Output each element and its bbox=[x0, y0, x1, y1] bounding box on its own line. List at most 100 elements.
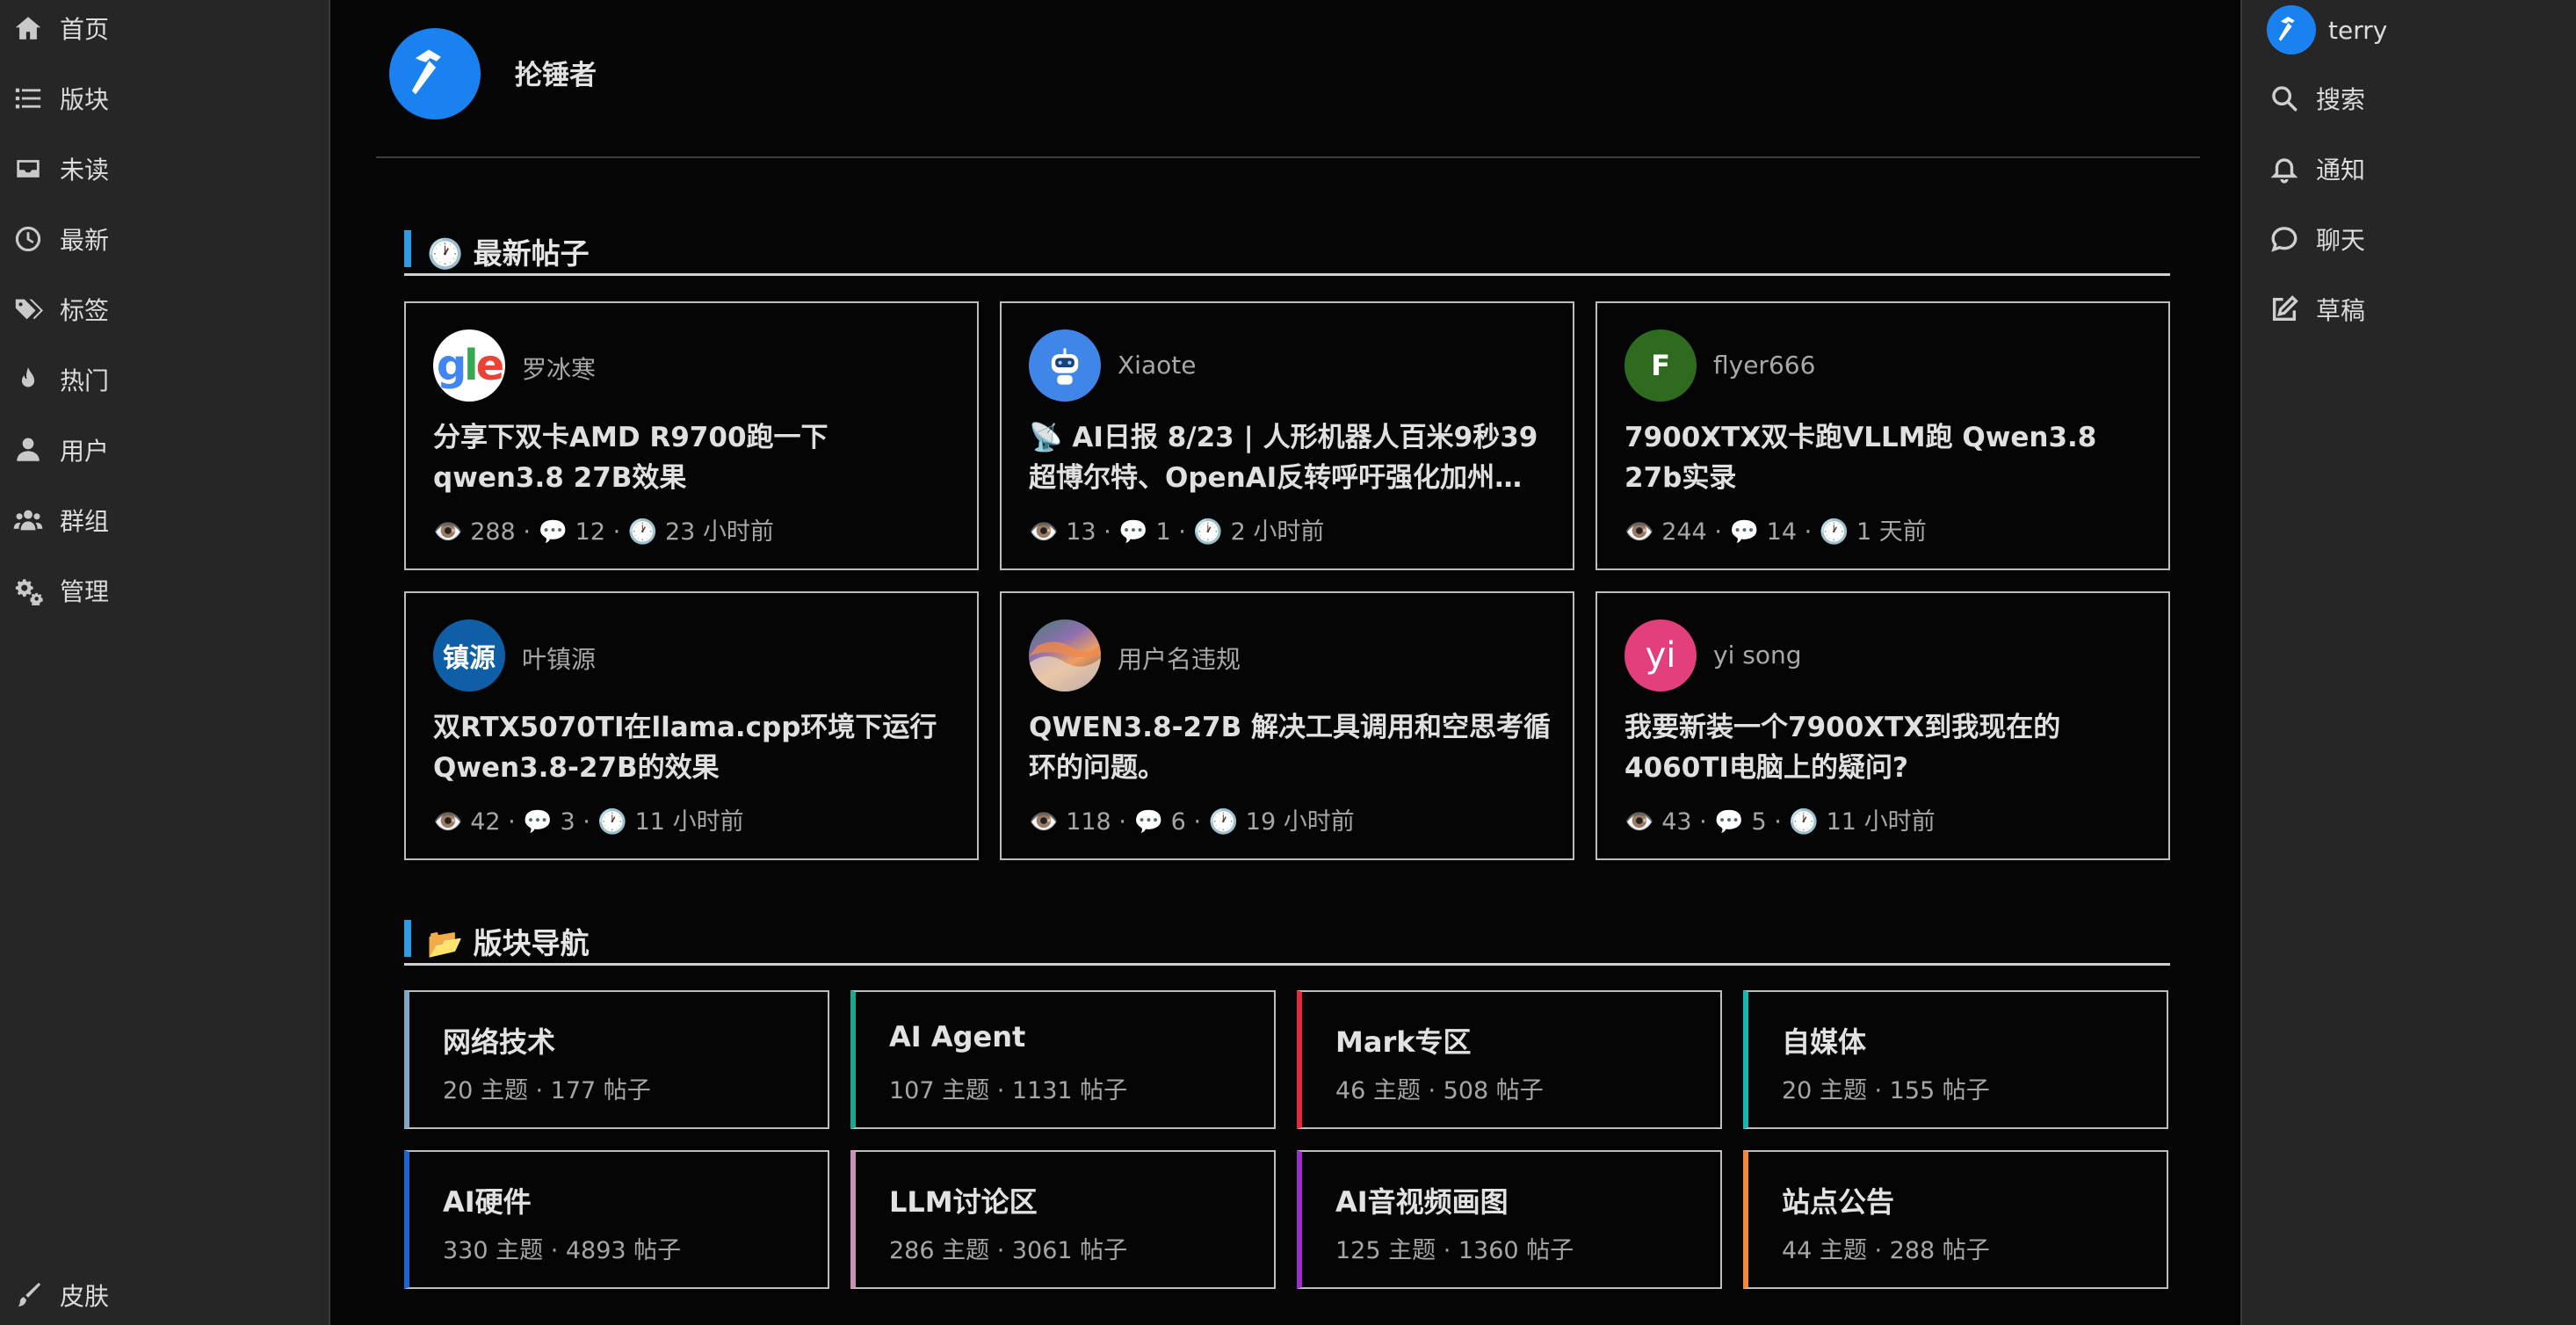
brush-icon bbox=[11, 1278, 46, 1313]
post-author[interactable]: 罗冰寒 bbox=[522, 351, 596, 386]
post-author[interactable]: yi song bbox=[1713, 641, 1802, 670]
post-author[interactable]: Xiaote bbox=[1118, 351, 1196, 380]
post-meta: 👁️ 288 · 💬 12 · 🕐 23 小时前 bbox=[433, 518, 774, 546]
chat-button[interactable]: 聊天 bbox=[2267, 211, 2557, 267]
nav-label: 首页 bbox=[60, 15, 110, 44]
post-title[interactable]: 7900XTX双卡跑VLLM跑 Qwen3.8 27b实录 bbox=[1624, 417, 2148, 498]
nav-label: 标签 bbox=[60, 296, 110, 325]
category-stats: 125 主题 · 1360 帖子 bbox=[1335, 1237, 1574, 1264]
category-name: AI音视频画图 bbox=[1335, 1185, 1509, 1219]
category-stats: 330 主题 · 4893 帖子 bbox=[443, 1237, 682, 1264]
nav-label: 版块 bbox=[60, 85, 110, 114]
category-card[interactable]: 自媒体 20 主题 · 155 帖子 bbox=[1743, 990, 2168, 1129]
site-header: 抡锤者 bbox=[376, 0, 2200, 158]
post-card[interactable]: F flyer666 7900XTX双卡跑VLLM跑 Qwen3.8 27b实录… bbox=[1596, 301, 2170, 570]
site-title[interactable]: 抡锤者 bbox=[515, 53, 597, 92]
post-title[interactable]: 我要新装一个7900XTX到我现在的4060TI电脑上的疑问? bbox=[1624, 707, 2148, 788]
nav-label: 管理 bbox=[60, 577, 110, 606]
post-author[interactable]: flyer666 bbox=[1713, 351, 1815, 380]
nav-label: 用户 bbox=[60, 437, 110, 466]
post-card[interactable]: 用户名违规 QWEN3.8-27B 解决工具调用和空思考循环的问题。 👁️ 11… bbox=[1000, 591, 1574, 860]
category-name: LLM讨论区 bbox=[889, 1185, 1038, 1219]
category-name: 站点公告 bbox=[1782, 1185, 1895, 1219]
nav-hot[interactable]: 热门 bbox=[11, 351, 309, 408]
nav-categories[interactable]: 版块 bbox=[11, 70, 309, 127]
nav-tags[interactable]: 标签 bbox=[11, 281, 309, 337]
author-avatar[interactable] bbox=[1029, 619, 1101, 691]
drafts-button[interactable]: 草稿 bbox=[2267, 281, 2557, 337]
nav-unread[interactable]: 未读 bbox=[11, 141, 309, 197]
nav-users[interactable]: 用户 bbox=[11, 422, 309, 478]
latest-posts-heading: 🕐 最新帖子 bbox=[404, 214, 2170, 276]
categories-title: 📂 版块导航 bbox=[427, 926, 590, 960]
nav-label: 群组 bbox=[60, 507, 110, 536]
post-title[interactable]: 分享下双卡AMD R9700跑一下qwen3.8 27B效果 bbox=[433, 417, 957, 498]
right-sidebar: terry 搜索 通知 聊天 草稿 bbox=[2240, 0, 2576, 1325]
post-card[interactable]: yi yi song 我要新装一个7900XTX到我现在的4060TI电脑上的疑… bbox=[1596, 591, 2170, 860]
search-button[interactable]: 搜索 bbox=[2267, 70, 2557, 127]
post-card[interactable]: 镇源 叶镇源 双RTX5070TI在llama.cpp环境下运行Qwen3.8-… bbox=[404, 591, 979, 860]
user-menu[interactable]: terry bbox=[2267, 2, 2557, 58]
post-meta: 👁️ 13 · 💬 1 · 🕐 2 小时前 bbox=[1029, 518, 1325, 546]
nav-skin-label: 皮肤 bbox=[60, 1282, 110, 1311]
category-card[interactable]: AI音视频画图 125 主题 · 1360 帖子 bbox=[1297, 1150, 1722, 1289]
left-sidebar: 首页 版块 未读 最新 标签 热门 用户 群组 管理 皮肤 bbox=[0, 0, 330, 1325]
nav-home[interactable]: 首页 bbox=[11, 0, 309, 56]
author-avatar[interactable] bbox=[1029, 329, 1101, 402]
site-logo[interactable] bbox=[389, 28, 481, 119]
nav-admin[interactable]: 管理 bbox=[11, 562, 309, 619]
post-author[interactable]: 用户名违规 bbox=[1118, 641, 1241, 676]
post-card[interactable]: gle 罗冰寒 分享下双卡AMD R9700跑一下qwen3.8 27B效果 👁… bbox=[404, 301, 979, 570]
category-stats: 107 主题 · 1131 帖子 bbox=[889, 1077, 1128, 1104]
clock-icon bbox=[11, 221, 46, 257]
users-icon bbox=[11, 503, 46, 538]
user-avatar[interactable] bbox=[2267, 5, 2316, 54]
category-card[interactable]: 站点公告 44 主题 · 288 帖子 bbox=[1743, 1150, 2168, 1289]
post-meta: 👁️ 43 · 💬 5 · 🕐 11 小时前 bbox=[1624, 808, 1936, 836]
bell-icon bbox=[2267, 151, 2302, 186]
home-icon bbox=[11, 11, 46, 46]
category-name: AI硬件 bbox=[443, 1185, 532, 1219]
nav-label: 热门 bbox=[60, 366, 110, 395]
category-card[interactable]: AI Agent 107 主题 · 1131 帖子 bbox=[850, 990, 1276, 1129]
nav-skin[interactable]: 皮肤 bbox=[11, 1267, 309, 1323]
category-card[interactable]: 网络技术 20 主题 · 177 帖子 bbox=[404, 990, 829, 1129]
category-stats: 46 主题 · 508 帖子 bbox=[1335, 1077, 1544, 1104]
author-avatar[interactable]: F bbox=[1624, 329, 1697, 402]
category-stats: 286 主题 · 3061 帖子 bbox=[889, 1237, 1128, 1264]
author-avatar[interactable]: yi bbox=[1624, 619, 1697, 691]
robot-icon bbox=[1051, 348, 1079, 385]
author-avatar[interactable]: gle bbox=[433, 329, 505, 402]
avatar-image bbox=[1029, 641, 1101, 691]
category-card[interactable]: AI硬件 330 主题 · 4893 帖子 bbox=[404, 1150, 829, 1289]
category-card[interactable]: Mark专区 46 主题 · 508 帖子 bbox=[1297, 990, 1722, 1129]
list-icon bbox=[11, 81, 46, 116]
category-card[interactable]: LLM讨论区 286 主题 · 3061 帖子 bbox=[850, 1150, 1276, 1289]
drafts-label: 草稿 bbox=[2316, 296, 2366, 325]
category-name: AI Agent bbox=[889, 1020, 1026, 1053]
search-label: 搜索 bbox=[2316, 85, 2366, 114]
post-title[interactable]: 双RTX5070TI在llama.cpp环境下运行Qwen3.8-27B的效果 bbox=[433, 707, 957, 788]
post-title[interactable]: QWEN3.8-27B 解决工具调用和空思考循环的问题。 bbox=[1029, 707, 1552, 788]
category-name: Mark专区 bbox=[1335, 1025, 1472, 1059]
gears-icon bbox=[11, 573, 46, 608]
category-stats: 20 主题 · 155 帖子 bbox=[1782, 1077, 1990, 1104]
nav-latest[interactable]: 最新 bbox=[11, 211, 309, 267]
notifications-label: 通知 bbox=[2316, 156, 2366, 185]
post-card[interactable]: Xiaote 📡 AI日报 8/23 | 人形机器人百米9秒39超博尔特、Ope… bbox=[1000, 301, 1574, 570]
post-author[interactable]: 叶镇源 bbox=[522, 641, 596, 676]
categories-heading: 📂 版块导航 bbox=[404, 904, 2170, 966]
hammer-icon bbox=[2278, 17, 2295, 41]
category-name: 自媒体 bbox=[1782, 1025, 1867, 1059]
latest-posts-title: 🕐 最新帖子 bbox=[427, 236, 590, 271]
chat-label: 聊天 bbox=[2316, 226, 2366, 255]
author-avatar[interactable]: 镇源 bbox=[433, 619, 505, 691]
notifications-button[interactable]: 通知 bbox=[2267, 141, 2557, 197]
post-title[interactable]: 📡 AI日报 8/23 | 人形机器人百米9秒39超博尔特、OpenAI反转呼吁… bbox=[1029, 417, 1552, 498]
post-meta: 👁️ 42 · 💬 3 · 🕐 11 小时前 bbox=[433, 808, 744, 836]
username[interactable]: terry bbox=[2328, 16, 2387, 45]
post-meta: 👁️ 244 · 💬 14 · 🕐 1 天前 bbox=[1624, 518, 1927, 546]
hammer-icon bbox=[411, 49, 441, 95]
nav-groups[interactable]: 群组 bbox=[11, 492, 309, 548]
category-name: 网络技术 bbox=[443, 1025, 556, 1059]
